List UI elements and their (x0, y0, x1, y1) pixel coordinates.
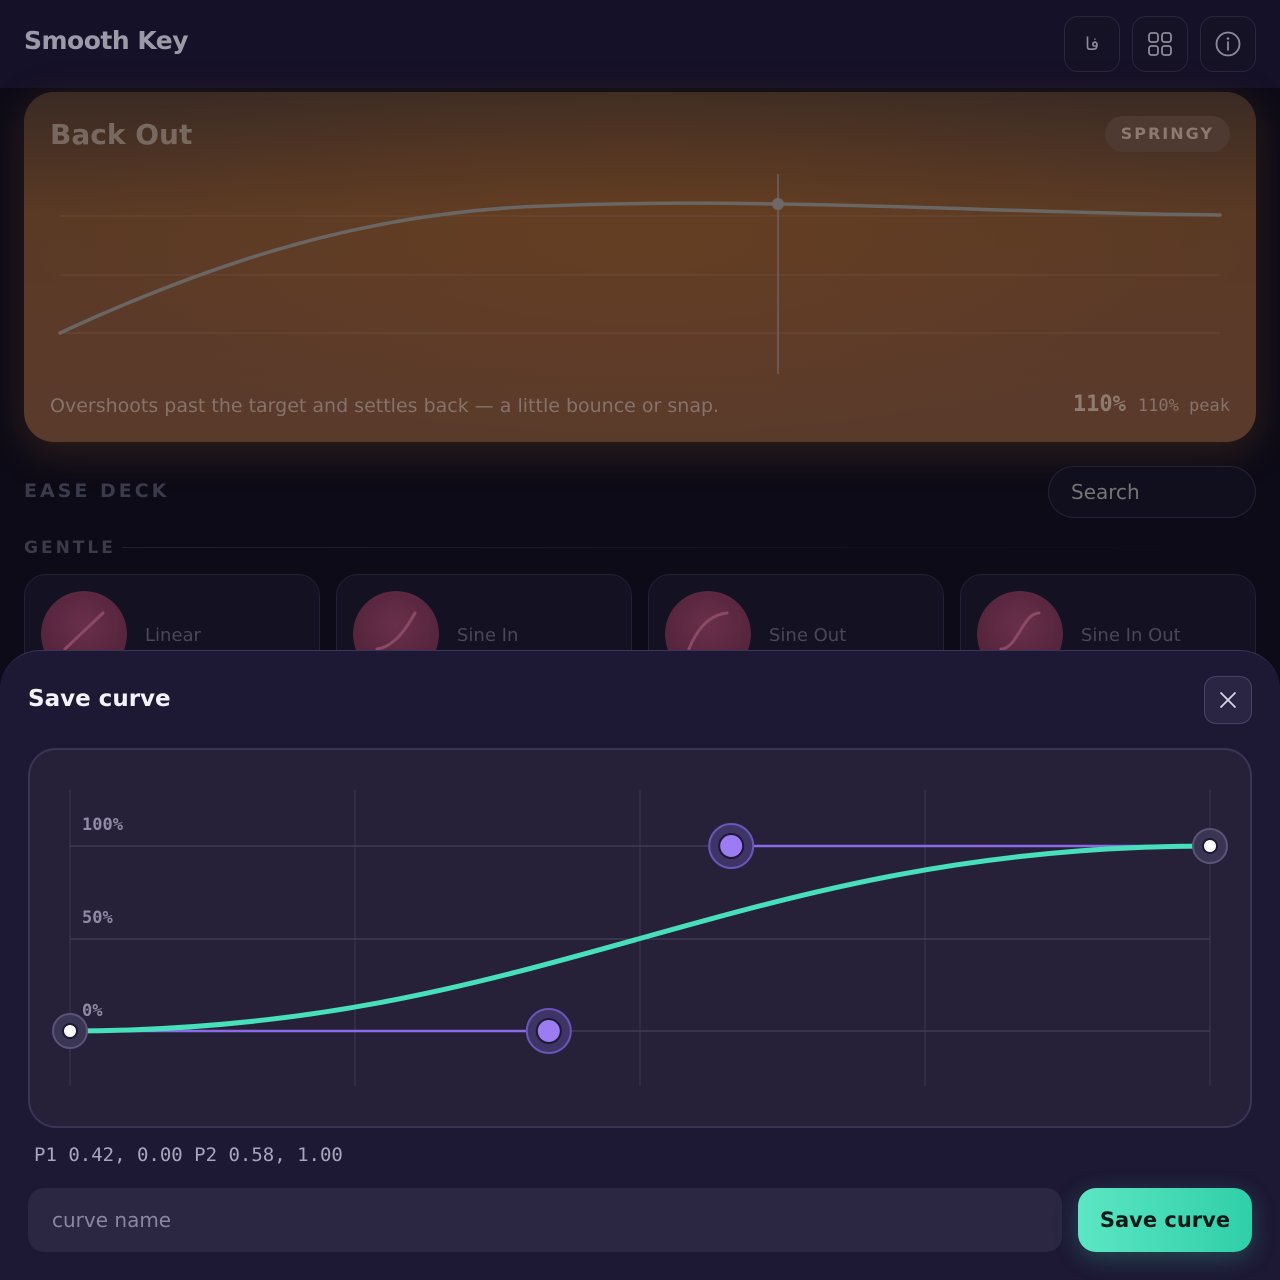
sheet-title: Save curve (28, 686, 171, 712)
hero-playhead-dot (772, 198, 784, 210)
group-divider (122, 547, 1256, 548)
ease-card-label: Sine In Out (1081, 625, 1181, 646)
ease-card-label: Sine Out (769, 625, 847, 646)
group-title: GENTLE (24, 538, 116, 558)
curve-editor[interactable]: 100% 50% 0% (28, 748, 1252, 1128)
close-icon (1220, 692, 1236, 708)
p1-control-handle[interactable] (525, 1008, 572, 1054)
hero-peak: 110% 110% peak (1073, 392, 1230, 417)
axis-label-50: 50% (82, 908, 113, 928)
top-bar: Smooth Key فا (0, 0, 1280, 88)
search-input[interactable] (1048, 466, 1256, 518)
ease-card-label: Linear (145, 625, 201, 646)
curve-editor-canvas[interactable]: 100% 50% 0% (30, 750, 1250, 1126)
hero-curve (58, 201, 1222, 335)
control-point-readout: P1 0.42, 0.00 P2 0.58, 1.00 (34, 1144, 343, 1166)
close-button[interactable] (1204, 676, 1252, 724)
start-point (52, 1013, 88, 1049)
deck-title: EASE DECK (24, 480, 170, 502)
grid-icon (1148, 32, 1172, 56)
info-icon (1215, 31, 1241, 57)
curve-name-input[interactable] (28, 1188, 1062, 1252)
grid-view-button[interactable] (1132, 16, 1188, 72)
end-point (1192, 828, 1228, 864)
language-button[interactable]: فا (1064, 16, 1120, 72)
hero-description: Overshoots past the target and settles b… (50, 395, 720, 417)
hero-peak-value: 110% (1072, 392, 1126, 417)
axis-label-100: 100% (82, 815, 124, 835)
hero-curve-preview (58, 174, 1222, 374)
language-icon: فا (1084, 33, 1100, 55)
p2-control-handle[interactable] (708, 823, 755, 869)
info-button[interactable] (1200, 16, 1256, 72)
hero-peak-label: 110% peak (1137, 396, 1230, 416)
axis-label-0: 0% (82, 1001, 103, 1021)
hero-curve-card[interactable]: Back Out SPRINGY Overshoots past the tar… (24, 92, 1256, 442)
app-title: Smooth Key (24, 26, 189, 55)
ease-card-label: Sine In (457, 625, 519, 646)
save-curve-button[interactable]: Save curve (1078, 1188, 1252, 1252)
